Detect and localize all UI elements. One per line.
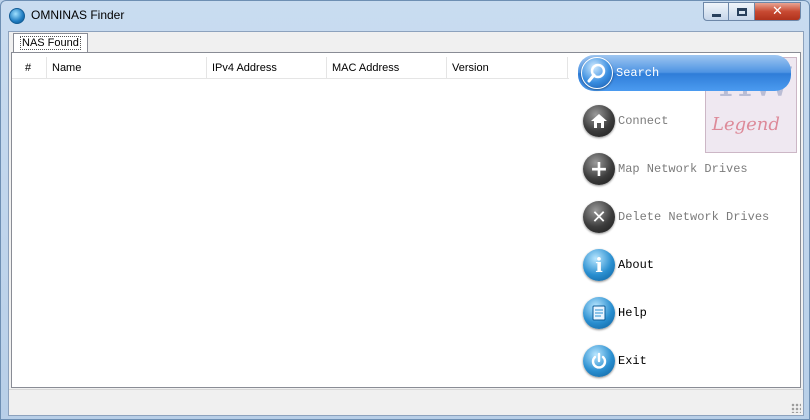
resize-grip-icon[interactable]: [791, 403, 801, 413]
power-icon: [583, 345, 615, 377]
column-header-number[interactable]: #: [20, 57, 47, 79]
list-header: # Name IPv4 Address MAC Address Version: [12, 57, 569, 79]
globe-icon: [9, 8, 25, 24]
exit-button[interactable]: Exit: [580, 343, 800, 379]
book-icon: [583, 297, 615, 329]
tab-nas-found[interactable]: NAS Found: [13, 33, 88, 53]
plus-icon: +: [583, 153, 615, 185]
title-bar[interactable]: OMNINAS Finder ✕: [1, 1, 809, 31]
minimize-button[interactable]: [703, 2, 729, 21]
home-icon: [583, 105, 615, 137]
close-button[interactable]: ✕: [755, 2, 801, 21]
search-button[interactable]: Search: [578, 55, 791, 91]
status-bar: [9, 389, 803, 415]
delete-network-drives-button[interactable]: ✕ Delete Network Drives: [580, 199, 800, 235]
nas-list[interactable]: # Name IPv4 Address MAC Address Version: [12, 53, 569, 387]
minimize-icon: [711, 14, 721, 17]
column-header-version[interactable]: Version: [447, 57, 568, 79]
app-window: OMNINAS Finder ✕ NAS Found # Name IPv4 A…: [0, 0, 810, 420]
search-icon: [581, 57, 613, 89]
client-area: NAS Found # Name IPv4 Address MAC Addres…: [8, 31, 804, 416]
info-icon: i: [583, 249, 615, 281]
maximize-icon: [736, 7, 747, 16]
maximize-button[interactable]: [729, 2, 755, 21]
column-header-ipv4[interactable]: IPv4 Address: [207, 57, 327, 79]
close-icon: ✕: [772, 4, 783, 19]
column-header-mac[interactable]: MAC Address: [327, 57, 447, 79]
connect-button[interactable]: Connect: [580, 103, 800, 139]
about-button[interactable]: i About: [580, 247, 800, 283]
help-button[interactable]: Help: [580, 295, 800, 331]
x-icon: ✕: [583, 201, 615, 233]
window-title: OMNINAS Finder: [31, 8, 125, 22]
map-network-drives-button[interactable]: + Map Network Drives: [580, 151, 800, 187]
tab-panel: # Name IPv4 Address MAC Address Version …: [11, 52, 801, 388]
column-header-name[interactable]: Name: [47, 57, 207, 79]
